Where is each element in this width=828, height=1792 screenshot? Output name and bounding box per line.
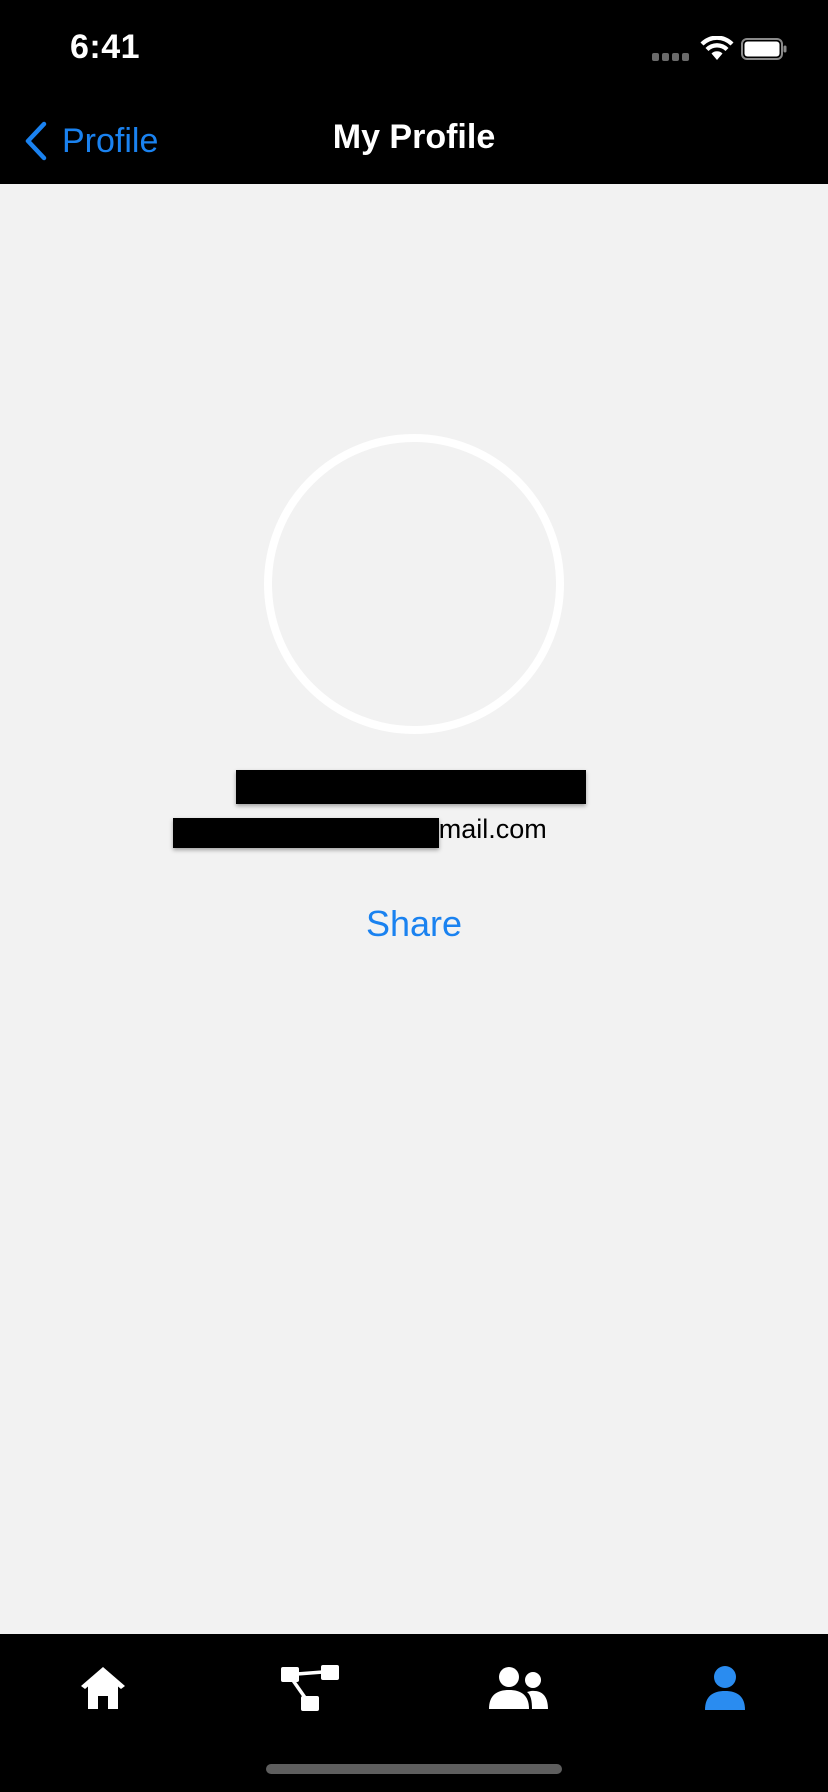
people-icon bbox=[489, 1667, 548, 1709]
avatar[interactable] bbox=[264, 434, 564, 734]
email-redaction bbox=[173, 818, 439, 848]
page-title: My Profile bbox=[332, 118, 496, 156]
tab-home[interactable] bbox=[53, 1658, 153, 1718]
cellular-signal-icon bbox=[652, 53, 690, 63]
network-icon bbox=[281, 1665, 339, 1711]
screen: 6:41 Profile My Profile 3@gmail.com Shar… bbox=[0, 0, 828, 1792]
status-time: 6:41 bbox=[70, 28, 141, 66]
tab-network[interactable] bbox=[260, 1658, 360, 1718]
share-button[interactable]: Share bbox=[314, 900, 514, 950]
name-redaction bbox=[236, 770, 586, 804]
battery-icon bbox=[741, 38, 787, 60]
top-bar: 6:41 Profile My Profile bbox=[0, 0, 828, 184]
home-icon bbox=[81, 1667, 125, 1709]
tab-profile[interactable] bbox=[675, 1658, 775, 1718]
home-indicator bbox=[266, 1764, 562, 1774]
person-icon bbox=[705, 1666, 745, 1710]
wifi-icon bbox=[700, 36, 734, 60]
tab-people[interactable] bbox=[468, 1658, 568, 1718]
